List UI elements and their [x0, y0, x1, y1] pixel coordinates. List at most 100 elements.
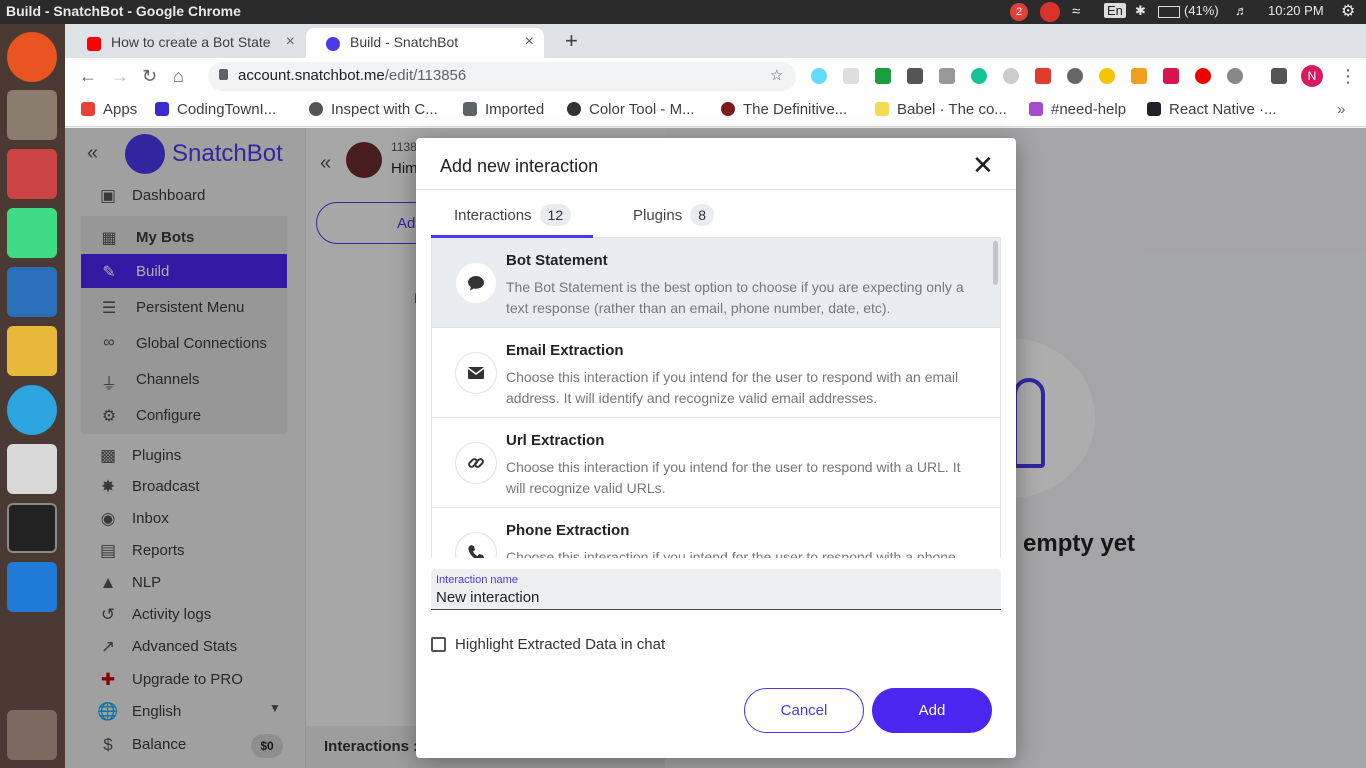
add-button[interactable]: Add: [872, 688, 992, 733]
do-not-disturb-icon[interactable]: [1040, 2, 1060, 22]
highlight-checkbox-label[interactable]: Highlight Extracted Data in chat: [455, 636, 665, 653]
browser-toolbar: ← → ↻ ⌂ account.snatchbot.me/edit/113856…: [65, 58, 1366, 95]
url-host: account.snatchbot.me: [238, 67, 385, 84]
record-icon[interactable]: [1195, 68, 1211, 84]
text-editor-icon[interactable]: [7, 444, 57, 494]
home-icon[interactable]: ⌂: [173, 66, 184, 87]
interaction-description: Choose this interaction if you intend fo…: [506, 369, 959, 406]
interaction-name-field[interactable]: Interaction name: [431, 569, 1001, 610]
interaction-description: Choose this interaction if you intend fo…: [506, 549, 956, 558]
interaction-description: The Bot Statement is the best option to …: [506, 279, 964, 316]
modal-title: Add new interaction: [440, 156, 599, 176]
bookmarks-bar: Apps CodingTownI... Inspect with C... Im…: [65, 95, 1366, 127]
files-icon[interactable]: [7, 90, 57, 140]
interaction-item-phone-extraction[interactable]: Phone Extraction Choose this interaction…: [432, 508, 1000, 558]
youtube-icon: [87, 37, 101, 51]
mic-extension-icon[interactable]: [1163, 68, 1179, 84]
battery-icon[interactable]: [1158, 6, 1180, 18]
writer-icon[interactable]: [7, 267, 57, 317]
bookmark-codingtown[interactable]: CodingTownI...: [155, 101, 276, 118]
bookmark-imported[interactable]: Imported: [463, 101, 544, 118]
bookmarks-overflow-icon[interactable]: »: [1337, 101, 1345, 118]
interactions-count-badge: 12: [539, 204, 572, 226]
bookmark-inspect[interactable]: Inspect with C...: [309, 101, 438, 118]
envelope-icon: [456, 353, 496, 393]
bookmark-star-icon[interactable]: ☆: [770, 66, 783, 84]
interaction-description: Choose this interaction if you intend fo…: [506, 459, 961, 496]
cancel-button[interactable]: Cancel: [744, 688, 864, 733]
power-gear-icon[interactable]: ⚙: [1341, 1, 1355, 21]
link-icon: [456, 443, 496, 483]
react-devtools-icon[interactable]: [811, 68, 827, 84]
color-picker-icon[interactable]: [1131, 68, 1147, 84]
grammarly-icon[interactable]: [971, 68, 987, 84]
bookmark-need-help[interactable]: #need-help: [1029, 101, 1126, 118]
bookmark-babel[interactable]: Babel · The co...: [875, 101, 1007, 118]
extension-icon[interactable]: [1227, 68, 1243, 84]
extension-icon[interactable]: [1067, 68, 1083, 84]
os-top-bar: Build - SnatchBot - Google Chrome 2 ≈ En…: [0, 0, 1366, 24]
extension-icon[interactable]: [1003, 68, 1019, 84]
bookmark-apps[interactable]: Apps: [81, 101, 137, 118]
telegram-icon[interactable]: [7, 385, 57, 435]
wifi-icon[interactable]: ≈: [1072, 3, 1080, 20]
vscode-icon[interactable]: [7, 562, 57, 612]
plugins-count-badge: 8: [690, 204, 714, 226]
tab-youtube[interactable]: How to create a Bot State ×: [67, 28, 305, 58]
extension-icon[interactable]: [1099, 68, 1115, 84]
close-tab-icon[interactable]: ×: [286, 33, 295, 51]
chrome-menu-icon[interactable]: ⋮: [1339, 66, 1357, 87]
cors-extension-icon[interactable]: [875, 68, 891, 84]
interaction-name: Bot Statement: [506, 252, 608, 269]
bookmark-react-native[interactable]: React Native ·...: [1147, 101, 1277, 118]
bookmark-definitive[interactable]: The Definitive...: [721, 101, 847, 118]
extension-icon[interactable]: [939, 68, 955, 84]
launcher: [0, 24, 65, 768]
tab-plugins[interactable]: Plugins 8: [633, 204, 714, 226]
tab-snatchbot[interactable]: Build - SnatchBot ×: [306, 28, 544, 58]
extension-icon[interactable]: [843, 68, 859, 84]
interaction-item-bot-statement[interactable]: Bot Statement The Bot Statement is the b…: [432, 238, 1000, 328]
ubuntu-icon[interactable]: [7, 32, 57, 82]
interaction-item-url-extraction[interactable]: Url Extraction Choose this interaction i…: [432, 418, 1000, 508]
interaction-item-email-extraction[interactable]: Email Extraction Choose this interaction…: [432, 328, 1000, 418]
media-control-icon[interactable]: [1271, 68, 1287, 84]
tab-title: How to create a Bot State: [111, 34, 271, 50]
bluetooth-icon[interactable]: ✱: [1135, 3, 1146, 19]
field-label: Interaction name: [436, 574, 518, 586]
close-icon[interactable]: ✕: [972, 150, 994, 181]
url-path: /edit/113856: [384, 67, 467, 84]
interaction-list[interactable]: Bot Statement The Bot Statement is the b…: [431, 238, 1001, 558]
chrome-icon[interactable]: [7, 326, 57, 376]
grid-extension-icon[interactable]: [907, 68, 923, 84]
chat-bubble-icon: [456, 263, 496, 303]
terminal-icon[interactable]: [7, 503, 57, 553]
list-scrollbar[interactable]: [993, 241, 998, 285]
profile-avatar[interactable]: N: [1301, 65, 1323, 87]
interaction-name-input[interactable]: [436, 589, 986, 606]
highlight-checkbox[interactable]: [431, 637, 446, 652]
interaction-name: Email Extraction: [506, 342, 624, 359]
interaction-name: Url Extraction: [506, 432, 605, 449]
modal-header: Add new interaction ✕: [416, 138, 1016, 190]
address-bar[interactable]: account.snatchbot.me/edit/113856 ☆: [208, 62, 796, 91]
close-tab-icon[interactable]: ×: [525, 33, 534, 51]
interaction-name: Phone Extraction: [506, 522, 630, 539]
clock[interactable]: 10:20 PM: [1268, 3, 1324, 18]
keyboard-layout[interactable]: En: [1104, 3, 1126, 18]
settings-icon[interactable]: [7, 149, 57, 199]
extension-icon[interactable]: [1035, 68, 1051, 84]
forward-icon[interactable]: →: [111, 66, 129, 87]
notification-badge[interactable]: 2: [1010, 3, 1028, 21]
battery-percent: (41%): [1184, 3, 1219, 18]
reload-icon[interactable]: ↻: [142, 66, 157, 87]
bookmark-color-tool[interactable]: Color Tool - M...: [567, 101, 695, 118]
tab-interactions[interactable]: Interactions 12: [454, 204, 572, 226]
window-title: Build - SnatchBot - Google Chrome: [6, 3, 241, 19]
trash-icon[interactable]: [7, 710, 57, 760]
new-tab-icon[interactable]: +: [565, 28, 578, 54]
back-icon[interactable]: ←: [79, 66, 97, 87]
android-studio-icon[interactable]: [7, 208, 57, 258]
tab-title: Build - SnatchBot: [350, 34, 459, 50]
volume-icon[interactable]: ♬: [1235, 3, 1248, 18]
